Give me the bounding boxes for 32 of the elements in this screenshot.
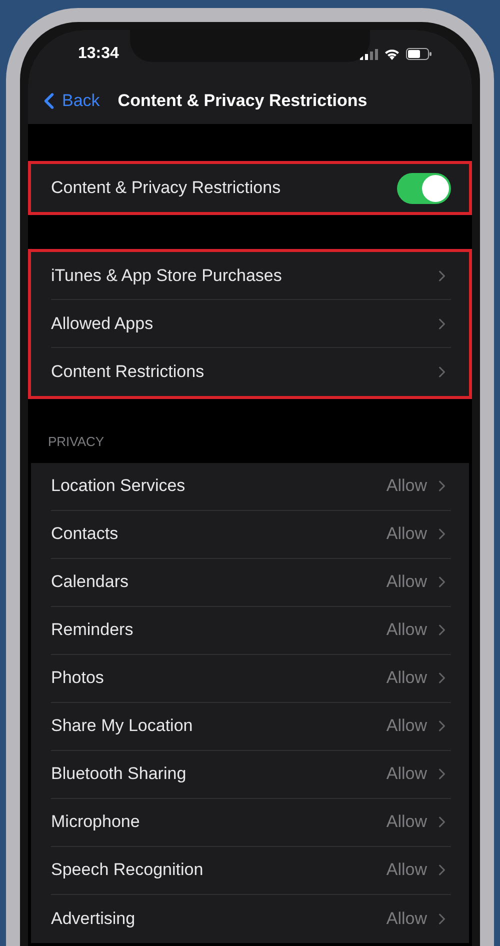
- row-label: Content Restrictions: [51, 361, 206, 384]
- row-value: Allow: [386, 908, 427, 930]
- row-value: Allow: [386, 571, 427, 594]
- toggle-switch[interactable]: [397, 172, 451, 204]
- row-label: iTunes & App Store Purchases: [51, 264, 283, 287]
- nav-title: Content & Privacy Restrictions: [118, 90, 368, 112]
- row-label: Contacts: [51, 523, 120, 546]
- row-label: Bluetooth Sharing: [51, 763, 188, 786]
- row-label: Microphone: [51, 811, 141, 834]
- row-value: Allow: [386, 619, 427, 642]
- row-value: Allow: [386, 811, 427, 834]
- section-header: PRIVACY: [47, 433, 106, 451]
- wifi-icon: [384, 48, 400, 60]
- row-value: Allow: [386, 667, 427, 690]
- signal-icon: [360, 48, 378, 60]
- row-value: Allow: [386, 715, 427, 738]
- row-value: Allow: [386, 859, 427, 882]
- row-label: Calendars: [51, 571, 130, 594]
- row-label: Share My Location: [51, 715, 194, 738]
- row-label: Content & Privacy Restrictions: [51, 177, 282, 200]
- row-value: Allow: [386, 523, 427, 546]
- row-label: Location Services: [51, 475, 186, 498]
- status-time: 13:34: [78, 44, 119, 64]
- row-label: Speech Recognition: [51, 859, 204, 882]
- row-label: Photos: [51, 667, 105, 690]
- battery-icon: [406, 48, 432, 60]
- back-button[interactable]: Back: [36, 88, 100, 114]
- row-label: Allowed Apps: [51, 312, 154, 335]
- row-value: Allow: [386, 475, 427, 498]
- row-label: Reminders: [51, 619, 134, 642]
- row-label: Advertising: [51, 908, 136, 930]
- row-value: Allow: [386, 763, 427, 786]
